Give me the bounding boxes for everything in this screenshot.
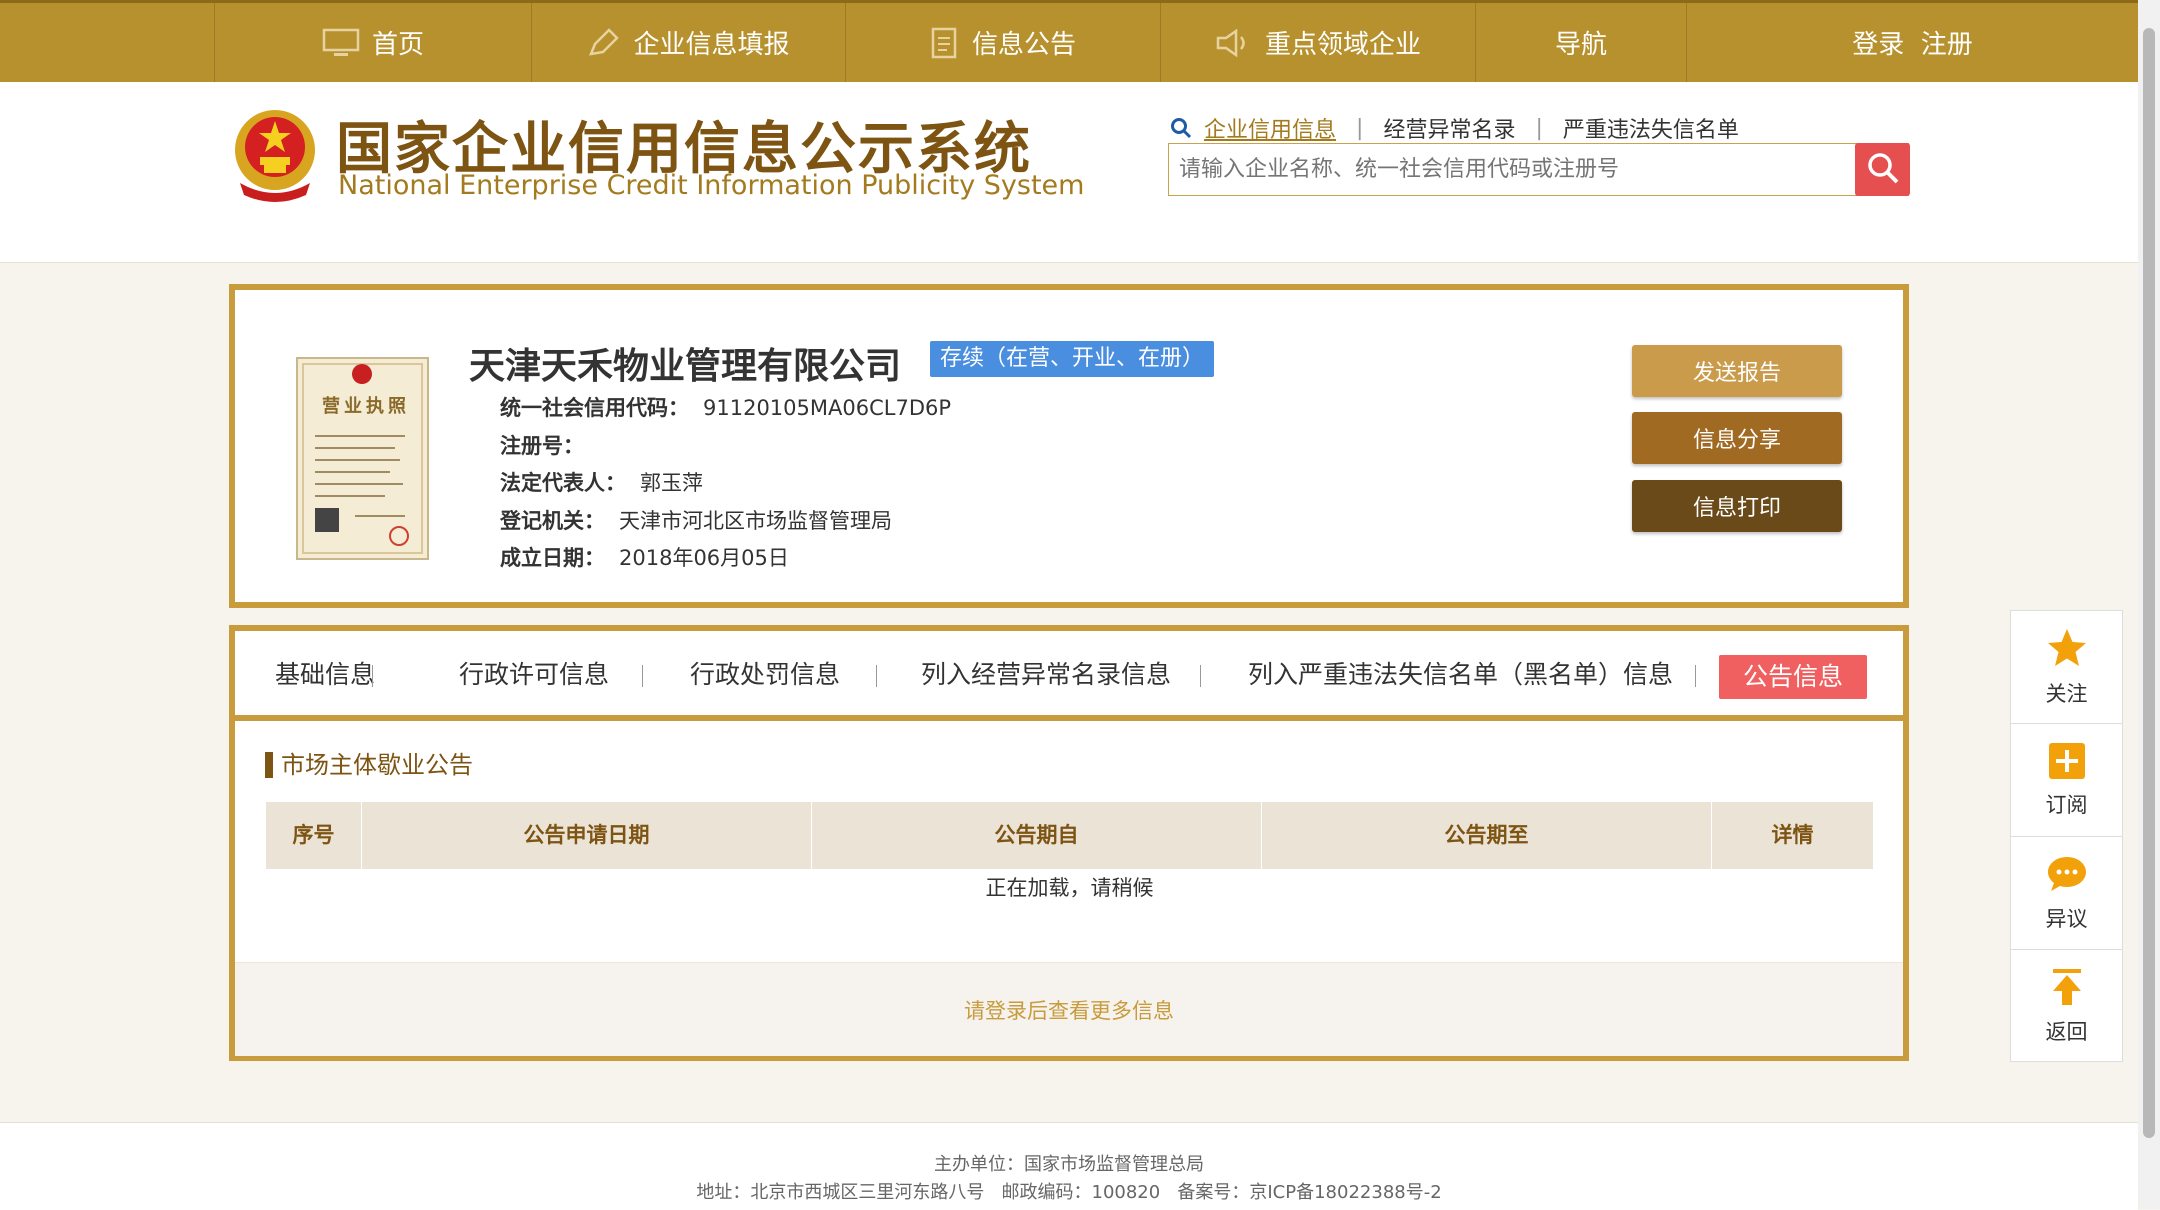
follow-label: 关注 — [2045, 681, 2088, 706]
subscribe-label: 订阅 — [2045, 792, 2088, 817]
search-input[interactable] — [1169, 144, 1849, 195]
col-apply-date: 公告申请日期 — [362, 802, 812, 869]
nav-navigation[interactable]: 导航 — [1475, 3, 1686, 82]
col-period-end: 公告期至 — [1262, 802, 1712, 869]
share-info-button[interactable]: 信息分享 — [1632, 412, 1842, 464]
plus-icon — [2048, 742, 2086, 785]
tab-announcements[interactable]: 公告信息 — [1719, 655, 1868, 699]
divider — [642, 665, 643, 687]
search-box — [1168, 143, 1909, 196]
vertical-scrollbar[interactable] — [2138, 0, 2160, 1209]
info-label: 法定代表人： — [500, 471, 626, 495]
follow-button[interactable]: 关注 — [2011, 611, 2122, 724]
nav-announcements[interactable]: 信息公告 — [845, 3, 1160, 82]
chat-icon — [2046, 854, 2088, 899]
tab-admin-penalty[interactable]: 行政处罚信息 — [690, 655, 840, 691]
divider — [876, 665, 877, 687]
company-name: 天津天禾物业管理有限公司 — [469, 346, 902, 387]
speaker-icon — [1215, 28, 1253, 58]
nav-login-register-label: 登录 注册 — [1852, 30, 1973, 60]
nav-fill-info[interactable]: 企业信息填报 — [531, 3, 845, 82]
info-value: 91120105MA06CL7D6P — [703, 396, 952, 420]
top-nav: 首页 企业信息填报 信息公告 重点领域企业 导航 登录 注册 — [0, 0, 2138, 82]
search-button[interactable] — [1855, 143, 1910, 196]
divider: | — [1356, 115, 1364, 141]
login-more-link[interactable]: 请登录后查看更多信息 — [235, 962, 1903, 1056]
login-more-text: 请登录后查看更多信息 — [964, 998, 1174, 1023]
subscribe-button[interactable]: 订阅 — [2011, 724, 2122, 837]
status-badge: 存续（在营、开业、在册） — [930, 341, 1215, 377]
nav-home[interactable]: 首页 — [214, 3, 531, 82]
info-value: 天津市河北区市场监督管理局 — [619, 509, 892, 533]
nav-login-register[interactable]: 登录 注册 — [1686, 3, 2138, 82]
scrollbar-thumb[interactable] — [2143, 28, 2155, 1138]
info-value: 郭玉萍 — [640, 471, 703, 495]
nav-fill-info-label: 企业信息填报 — [633, 30, 790, 60]
edit-icon — [587, 27, 621, 58]
info-credit-code: 统一社会信用代码： 91120105MA06CL7D6P — [500, 392, 951, 422]
tab-basic-info[interactable]: 基础信息 — [275, 655, 375, 691]
info-reg-authority: 登记机关： 天津市河北区市场监督管理局 — [500, 505, 892, 535]
back-to-top-button[interactable]: 返回 — [2011, 950, 2122, 1062]
info-legal-rep: 法定代表人： 郭玉萍 — [500, 467, 703, 497]
nav-key-sectors-label: 重点领域企业 — [1264, 30, 1421, 60]
business-license-image[interactable] — [295, 356, 430, 561]
nav-announcements-label: 信息公告 — [971, 30, 1076, 60]
section-title: 市场主体歇业公告 — [265, 752, 473, 778]
info-label: 注册号： — [500, 434, 584, 458]
nav-key-sectors[interactable]: 重点领域企业 — [1160, 3, 1475, 82]
col-period-start: 公告期自 — [812, 802, 1262, 869]
nav-home-label: 首页 — [371, 30, 424, 60]
logo-title-en: National Enterprise Credit Information P… — [338, 170, 1085, 201]
tab-abnormal-list[interactable]: 列入经营异常名录信息 — [921, 655, 1171, 691]
monitor-icon — [322, 28, 360, 58]
search-tab-abnormal-list[interactable]: 经营异常名录 — [1383, 112, 1515, 144]
license-label: 营业执照 — [322, 396, 410, 417]
col-index: 序号 — [266, 802, 362, 869]
info-label: 统一社会信用代码： — [500, 396, 689, 420]
info-tabs: 基础信息 行政许可信息 行政处罚信息 列入经营异常名录信息 列入严重违法失信名单… — [235, 631, 1903, 721]
send-report-button[interactable]: 发送报告 — [1632, 345, 1842, 397]
objection-button[interactable]: 异议 — [2011, 837, 2122, 950]
document-icon — [930, 27, 960, 59]
search-small-icon — [1170, 117, 1192, 139]
info-label: 成立日期： — [500, 546, 605, 570]
search-icon — [1865, 150, 1901, 190]
info-label: 登记机关： — [500, 509, 605, 533]
floating-sidebar: 关注 订阅 异议 返回 — [2010, 610, 2123, 1062]
nav-navigation-label: 导航 — [1554, 30, 1607, 60]
star-icon — [2045, 627, 2089, 674]
back-label: 返回 — [2045, 1019, 2088, 1044]
tab-blacklist[interactable]: 列入严重违法失信名单（黑名单）信息 — [1248, 655, 1673, 691]
objection-label: 异议 — [2045, 906, 2088, 931]
loading-text: 正在加载，请稍候 — [985, 876, 1154, 900]
divider — [1695, 665, 1696, 687]
table-header: 序号 公告申请日期 公告期自 公告期至 详情 — [266, 802, 1873, 869]
search-tab-blacklist[interactable]: 严重违法失信名单 — [1563, 112, 1739, 144]
divider — [372, 665, 373, 687]
tab-admin-license[interactable]: 行政许可信息 — [459, 655, 609, 691]
col-details: 详情 — [1771, 823, 1814, 847]
info-established-date: 成立日期： 2018年06月05日 — [500, 542, 789, 572]
footer-address: 地址：北京市西城区三里河东路八号 邮政编码：100820 备案号：京ICP备18… — [696, 1182, 1442, 1203]
search-type-tabs: 企业信用信息 | 经营异常名录 | 严重违法失信名单 — [1170, 112, 1739, 144]
divider: | — [1535, 115, 1543, 141]
arrow-up-icon — [2049, 967, 2085, 1012]
footer-host: 主办单位：国家市场监督管理总局 — [934, 1154, 1204, 1175]
national-emblem-logo — [230, 105, 320, 205]
info-value: 2018年06月05日 — [619, 546, 789, 570]
divider — [1200, 665, 1201, 687]
info-reg-number: 注册号： — [500, 430, 598, 460]
search-tab-credit-info[interactable]: 企业信用信息 — [1204, 112, 1336, 144]
print-info-button[interactable]: 信息打印 — [1632, 480, 1842, 532]
